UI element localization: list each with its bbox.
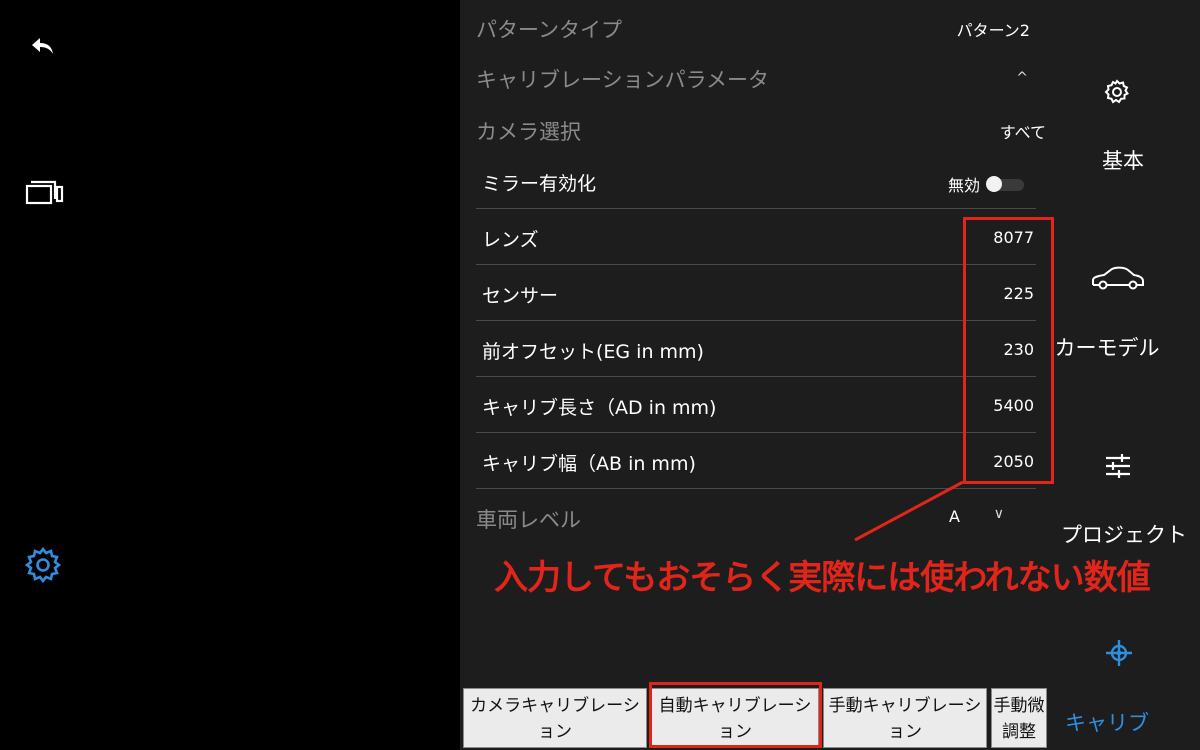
nav-item-car-model[interactable]: カーモデル (1050, 255, 1200, 370)
nav-label-calib: キャリブ (1065, 711, 1149, 735)
crosshair-icon (1106, 640, 1132, 666)
auto-calibration-highlight-box (649, 682, 822, 748)
vehicle-level-label: 車両レベル (476, 508, 581, 532)
sliders-icon (1106, 454, 1130, 478)
car-icon (1092, 266, 1144, 290)
nav-item-calib[interactable]: キャリブ (1050, 635, 1200, 745)
front-offset-row[interactable]: 前オフセット(EG in mm) 230 (476, 321, 1036, 377)
calibration-settings-panel: パターンタイプ パターン2 キャリブレーションパラメータ ^ カメラ選択 すべて… (460, 0, 1050, 750)
chevron-down-icon[interactable]: ∨ (994, 506, 1004, 522)
back-arrow-icon[interactable] (30, 36, 56, 58)
nav-label-car-model: カーモデル (1054, 336, 1160, 360)
pattern-type-value: パターン2 (956, 21, 1030, 40)
mirror-status: 無効 (947, 176, 980, 195)
toggle-track (986, 176, 1024, 192)
mirror-row: ミラー有効化 無効 (476, 153, 1036, 209)
annotation-note: 入力してもおそらく実際には使われない数値 (494, 558, 1151, 598)
calib-width-label: キャリブ幅（AB in mm) (482, 453, 696, 475)
pattern-type-row[interactable]: パターンタイプ パターン2 (476, 14, 1036, 44)
calib-length-row[interactable]: キャリブ長さ（AD in mm) 5400 (476, 377, 1036, 433)
lens-label: レンズ (482, 229, 539, 251)
nav-item-project[interactable]: プロジェクト (1050, 447, 1200, 557)
tab-manual-calibration[interactable]: 手動キャリブレーション (823, 688, 987, 748)
values-highlight-box (963, 217, 1054, 484)
mirror-toggle[interactable] (980, 171, 1036, 195)
nav-label-project: プロジェクト (1061, 523, 1187, 547)
nav-item-basic[interactable]: 基本 (1050, 70, 1200, 180)
nav-label-basic: 基本 (1102, 149, 1144, 173)
front-offset-label: 前オフセット(EG in mm) (482, 341, 704, 363)
sensor-row[interactable]: センサー 225 (476, 265, 1036, 321)
calib-length-label: キャリブ長さ（AD in mm) (482, 397, 717, 419)
calibration-params-label: キャリブレーションパラメータ (476, 68, 769, 92)
settings-gear-icon[interactable] (24, 546, 62, 584)
gear-icon (1104, 79, 1129, 104)
toggle-knob (986, 176, 1002, 192)
tab-label: カメラキャリブレーション (470, 696, 640, 742)
annotation-arrow-line (854, 480, 964, 542)
sensor-label: センサー (482, 285, 559, 307)
lens-row[interactable]: レンズ 8077 (476, 209, 1036, 265)
pattern-type-label: パターンタイプ (476, 18, 622, 42)
camera-select-label: カメラ選択 (476, 120, 581, 144)
tab-camera-calibration[interactable]: カメラキャリブレーション (463, 688, 647, 748)
collapse-chevron-icon[interactable]: ^ (1016, 70, 1028, 86)
camera-select-value: すべて (999, 123, 1046, 142)
calibration-params-header[interactable]: キャリブレーションパラメータ ^ (476, 64, 1036, 94)
right-nav: 基本 カーモデル プロジェクト キャリブ (1050, 0, 1200, 750)
camera-select-row[interactable]: カメラ選択 すべて (476, 116, 1046, 146)
tab-label: 手動キャリブレーション (828, 696, 982, 742)
left-rail (0, 0, 460, 750)
mirror-label: ミラー有効化 (482, 173, 597, 195)
dual-camera-icon[interactable] (25, 178, 65, 206)
